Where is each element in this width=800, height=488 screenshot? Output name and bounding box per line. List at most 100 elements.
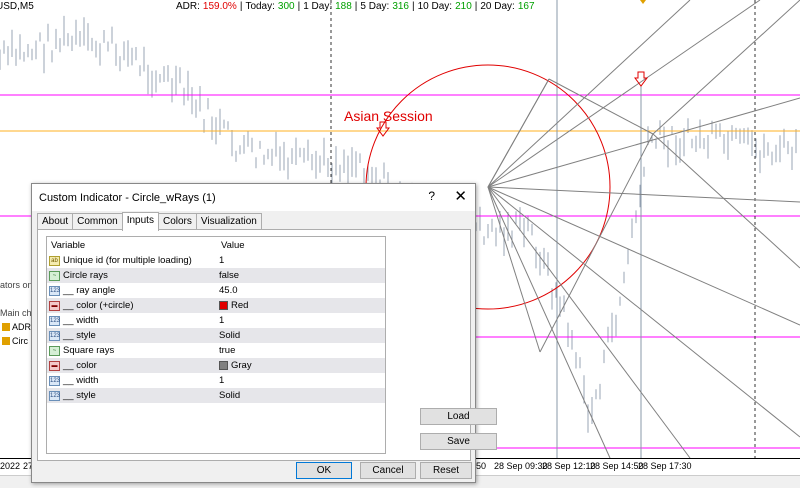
parameter-name: 123 __ width	[47, 315, 217, 326]
today-label: Today:	[245, 1, 275, 12]
day1-label: 1 Day:	[303, 1, 333, 12]
parameter-row[interactable]: ▬ __ color Gray	[47, 358, 385, 373]
parameter-label: __ style	[63, 390, 96, 401]
parameter-value-text: Solid	[219, 330, 241, 341]
save-button[interactable]: Save	[420, 433, 497, 450]
indicator-item-circle[interactable]: Circ	[2, 336, 28, 346]
parameter-row[interactable]: 123 __ width 1	[47, 373, 385, 388]
time-label: 28 Sep 09:30	[494, 461, 548, 471]
gray-rays	[487, 0, 800, 459]
parameter-value[interactable]: Gray	[217, 360, 252, 371]
time-label: 50	[476, 461, 487, 471]
bool-type-icon: ~	[49, 270, 60, 281]
column-header-value: Value	[221, 239, 245, 251]
inputs-table: Variable Value ab Unique id (for multiple…	[46, 236, 386, 454]
parameter-row[interactable]: 123 __ style Solid	[47, 388, 385, 403]
parameter-label: Circle rays	[63, 270, 108, 281]
parameter-label: __ color	[63, 360, 97, 371]
help-button[interactable]: ?	[428, 189, 435, 203]
table-body: ab Unique id (for multiple loading) 1 ~ Circ…	[47, 253, 385, 403]
parameter-label: Square rays	[63, 345, 115, 356]
close-button[interactable]: ✕	[454, 187, 467, 205]
parameter-value[interactable]: 1	[217, 255, 224, 266]
parameter-value[interactable]: 45.0	[217, 285, 238, 296]
parameter-value-text: Solid	[219, 390, 241, 401]
adr-percent: 159.0%	[202, 1, 237, 12]
parameter-label: Unique id (for multiple loading)	[63, 255, 192, 266]
parameter-row[interactable]: ~ Square rays true	[47, 343, 385, 358]
parameter-value[interactable]: Red	[217, 300, 248, 311]
indicator-item-adr[interactable]: ADR	[2, 322, 31, 332]
parameter-value[interactable]: false	[217, 270, 239, 281]
parameter-name: ab Unique id (for multiple loading)	[47, 255, 217, 266]
parameter-value-text: false	[219, 270, 240, 281]
parameter-value-text: 45.0	[219, 285, 238, 296]
tab-visualization[interactable]: Visualization	[195, 213, 262, 230]
day20-value: 167	[517, 1, 535, 12]
table-header: Variable Value	[47, 237, 385, 253]
inputs-panel: Variable Value ab Unique id (for multiple…	[37, 229, 497, 461]
ab-type-icon: ab	[49, 255, 60, 266]
parameter-value[interactable]: true	[217, 345, 235, 356]
parameter-name: ~ Circle rays	[47, 270, 217, 281]
tab-inputs[interactable]: Inputs	[121, 212, 159, 231]
load-button[interactable]: Load	[420, 408, 497, 425]
day1-value: 188	[335, 1, 352, 12]
parameter-name: ▬ __ color	[47, 360, 217, 371]
parameter-row[interactable]: ▬ __ color (+circle) Red	[47, 298, 385, 313]
parameter-row[interactable]: 123 __ style Solid	[47, 328, 385, 343]
parameter-label: __ ray angle	[63, 285, 116, 296]
cancel-button[interactable]: Cancel	[360, 462, 416, 479]
parameter-value[interactable]: Solid	[217, 330, 240, 341]
chart-symbol: USD,M5	[0, 1, 34, 12]
parameter-value-text: 1	[219, 255, 225, 266]
parameter-row[interactable]: ab Unique id (for multiple loading) 1	[47, 253, 385, 268]
parameter-value-text: 1	[219, 315, 225, 326]
color-swatch	[219, 301, 228, 310]
time-label: 28 Sep 14:50	[590, 461, 644, 471]
num-type-icon: 123	[49, 375, 61, 386]
parameter-name: 123 __ style	[47, 390, 217, 401]
parameter-row[interactable]: ~ Circle rays false	[47, 268, 385, 283]
parameter-value[interactable]: 1	[217, 375, 224, 386]
num-type-icon: 123	[49, 330, 61, 341]
marker-icon	[640, 0, 646, 4]
adr-info-bar: ADR: 159.0% | Today: 300 | 1 Day: 188 | …	[176, 1, 535, 12]
parameter-value[interactable]: Solid	[217, 390, 240, 401]
today-value: 300	[277, 1, 295, 12]
parameter-label: __ width	[63, 315, 99, 326]
day20-label: 20 Day:	[480, 1, 515, 12]
parameter-row[interactable]: 123 __ width 1	[47, 313, 385, 328]
parameter-row[interactable]: 123 __ ray angle 45.0	[47, 283, 385, 298]
dialog-title: Custom Indicator - Circle_wRays (1)	[39, 191, 216, 204]
parameter-value-text: true	[219, 345, 236, 356]
parameter-name: ~ Square rays	[47, 345, 217, 356]
tab-about[interactable]: About	[37, 213, 74, 230]
tab-colors[interactable]: Colors	[157, 213, 197, 230]
asian-session-label: Asian Session	[344, 108, 433, 124]
time-label: 28 Sep 17:30	[638, 461, 692, 471]
parameter-value[interactable]: 1	[217, 315, 224, 326]
color-swatch	[219, 361, 228, 370]
adr-label: ADR:	[176, 1, 200, 12]
ok-button[interactable]: OK	[296, 462, 352, 479]
tab-common[interactable]: Common	[72, 213, 123, 230]
parameter-value-text: Red	[231, 300, 249, 311]
indicator-icon	[2, 337, 10, 345]
column-header-variable: Variable	[51, 239, 86, 251]
parameter-name: 123 __ width	[47, 375, 217, 386]
dialog-titlebar: Custom Indicator - Circle_wRays (1) ? ✕	[32, 184, 475, 211]
day10-value: 210	[455, 1, 472, 12]
num-type-icon: 123	[49, 315, 61, 326]
num-type-icon: 123	[49, 390, 61, 401]
day10-label: 10 Day:	[417, 1, 453, 12]
parameter-value-text: Gray	[231, 360, 252, 371]
navigator-panel: ators on Main cha ADR Circ	[0, 278, 37, 358]
indicator-icon	[2, 323, 10, 331]
parameter-label: __ color (+circle)	[63, 300, 134, 311]
time-label: 28 Sep 12:10	[542, 461, 596, 471]
day5-value: 316	[392, 1, 409, 12]
parameter-name: 123 __ ray angle	[47, 285, 217, 296]
custom-indicator-dialog: Custom Indicator - Circle_wRays (1) ? ✕ …	[31, 183, 497, 483]
reset-button[interactable]: Reset	[420, 462, 472, 479]
